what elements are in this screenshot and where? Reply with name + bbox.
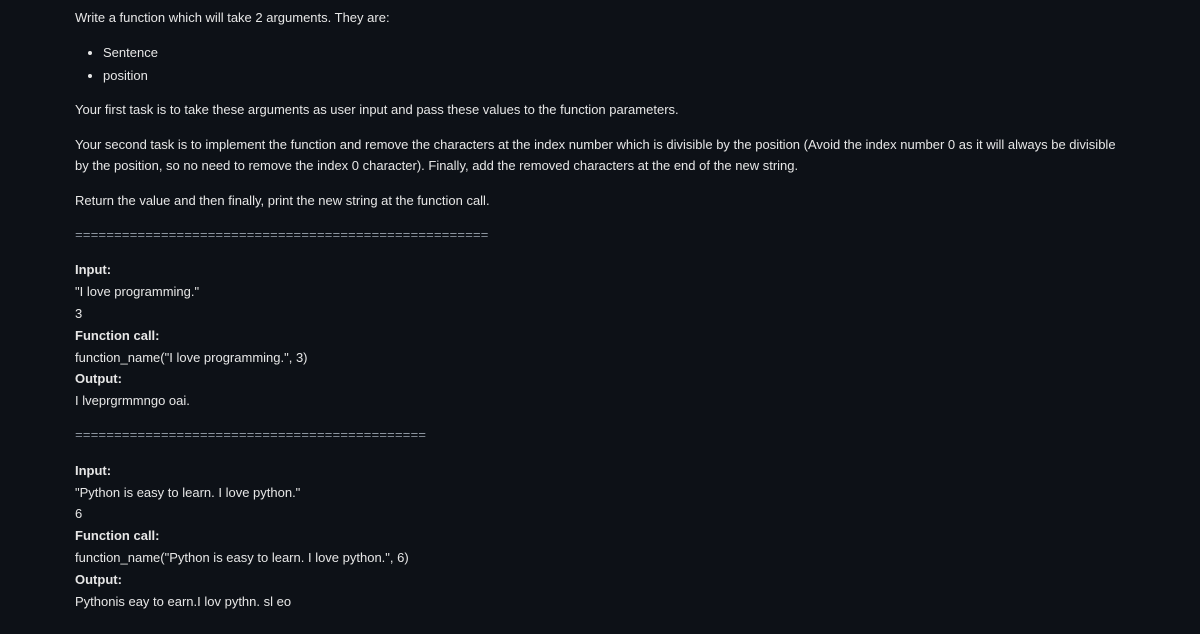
- input-value: 3: [75, 304, 1125, 325]
- input-value: 6: [75, 504, 1125, 525]
- task-paragraph: Return the value and then finally, print…: [75, 191, 1125, 212]
- task-paragraph: Your second task is to implement the fun…: [75, 135, 1125, 177]
- input-label: Input:: [75, 260, 1125, 281]
- arg-item: Sentence: [103, 43, 1125, 64]
- intro-paragraph: Write a function which will take 2 argum…: [75, 8, 1125, 29]
- problem-statement: Write a function which will take 2 argum…: [75, 8, 1125, 612]
- output-value: I lveprgrmmngo oai.: [75, 391, 1125, 412]
- output-label: Output:: [75, 570, 1125, 591]
- separator: ========================================…: [75, 226, 1125, 247]
- output-value: Pythonis eay to earn.I lov pythn. sl eo: [75, 592, 1125, 613]
- function-call-value: function_name("I love programming.", 3): [75, 348, 1125, 369]
- function-call-value: function_name("Python is easy to learn. …: [75, 548, 1125, 569]
- function-call-label: Function call:: [75, 326, 1125, 347]
- arg-item: position: [103, 66, 1125, 87]
- input-label: Input:: [75, 461, 1125, 482]
- example-block-1: Input: "I love programming." 3 Function …: [75, 260, 1125, 412]
- input-value: "Python is easy to learn. I love python.…: [75, 483, 1125, 504]
- output-label: Output:: [75, 369, 1125, 390]
- arguments-list: Sentence position: [75, 43, 1125, 87]
- separator: ========================================…: [75, 426, 1125, 447]
- task-paragraph: Your first task is to take these argumen…: [75, 100, 1125, 121]
- input-value: "I love programming.": [75, 282, 1125, 303]
